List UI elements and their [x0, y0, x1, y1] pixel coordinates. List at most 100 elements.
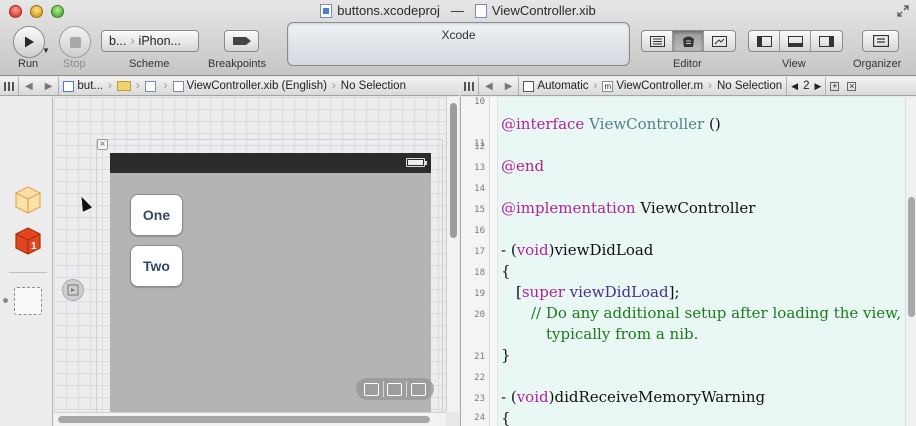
scheme-target: b...: [109, 34, 127, 48]
editor-mode-control[interactable]: [641, 30, 736, 52]
code-comment: // Do any additional setup after loading…: [531, 304, 901, 322]
code-line-open-brace: {: [501, 409, 511, 426]
jump-folder[interactable]: [113, 77, 135, 95]
canvas-horizontal-scrollbar[interactable]: [54, 412, 446, 426]
method-name: viewDidLoad: [569, 283, 669, 301]
run-menu-arrow-icon[interactable]: ▼: [42, 46, 50, 55]
line-number: 13: [474, 163, 485, 173]
scheme-label: Scheme: [129, 58, 170, 70]
add-assistant-editor-button[interactable]: +: [826, 77, 843, 95]
line-number: 22: [474, 373, 485, 383]
connection-strip: [490, 97, 498, 426]
back-arrow-icon[interactable]: ◀: [479, 77, 499, 95]
jump-selection[interactable]: No Selection: [713, 77, 786, 95]
code-text: ];: [668, 283, 680, 301]
toggle-navigator-button[interactable]: [749, 31, 780, 51]
stop-label: Stop: [63, 58, 86, 70]
assistant-editor-icon: [682, 36, 694, 47]
toggle-debug-area-button[interactable]: [780, 31, 811, 51]
version-editor-button[interactable]: [704, 31, 735, 51]
xcodeproj-icon: [320, 3, 333, 18]
line-number: 24: [474, 413, 485, 423]
line-number: 23: [474, 394, 485, 404]
previous-counterpart-icon[interactable]: ◀: [791, 81, 803, 92]
run-button[interactable]: [13, 26, 45, 58]
assistant-mode-label: Automatic: [537, 80, 589, 92]
svg-text:1: 1: [31, 241, 37, 252]
jump-selection-label: No Selection: [340, 80, 406, 92]
version-editor-icon: [712, 35, 727, 47]
code-text: )didReceiveMemoryWarning: [548, 388, 766, 406]
document-file-name: ViewController.xib: [491, 3, 596, 18]
files-owner-icon[interactable]: [14, 185, 42, 215]
jump-file[interactable]: m ViewController.m: [598, 77, 707, 95]
view-object-icon[interactable]: [14, 287, 42, 315]
code-line-end: @end: [501, 157, 544, 175]
code-comment-continuation: typically from a nib.: [546, 325, 699, 343]
canvas-vertical-scrollbar[interactable]: [446, 97, 459, 412]
button-two[interactable]: Two: [130, 245, 183, 287]
related-items-button[interactable]: [0, 77, 18, 95]
ib-document-dock: 1: [0, 97, 53, 426]
play-icon: [25, 36, 34, 48]
xib-file-icon: [172, 80, 184, 92]
editor-vertical-scrollbar[interactable]: [905, 97, 916, 426]
line-number: 12: [474, 142, 485, 152]
fullscreen-icon[interactable]: [896, 4, 910, 18]
auto-layout-bar: [356, 378, 434, 400]
keyword: void: [516, 241, 549, 259]
left-jump-bar: ◀ ▶ but... › › › ViewController.xib (Eng…: [0, 77, 459, 96]
breakpoint-icon: [232, 37, 251, 45]
close-assistant-editor-button[interactable]: ×: [843, 77, 860, 95]
assistant-editor-button[interactable]: [673, 31, 704, 51]
navigator-area-icon: [756, 35, 772, 47]
line-number: 14: [474, 184, 485, 194]
first-responder-icon[interactable]: 1: [14, 226, 42, 256]
pin-icon[interactable]: [387, 382, 403, 396]
code-text: - (: [501, 388, 517, 406]
ib-canvas[interactable]: × One Two: [54, 97, 446, 412]
toggle-utilities-button[interactable]: [811, 31, 842, 51]
code-line-implementation: @implementation ViewController: [501, 199, 755, 217]
assistant-mode-popup[interactable]: Automatic: [519, 77, 592, 95]
breakpoints-button[interactable]: [224, 30, 259, 52]
m-file-icon: m: [602, 80, 614, 92]
jump-group[interactable]: [141, 77, 163, 95]
toolbar: buttons.xcodeproj — ViewController.xib ▼…: [0, 0, 916, 76]
assistant-code-editor[interactable]: 10 11 12 13 14 15 16 17 18 19 20 21 22 2…: [460, 97, 916, 426]
button-one[interactable]: One: [130, 194, 183, 236]
back-arrow-icon[interactable]: ◀: [19, 77, 39, 95]
code-line-viewdidload: - (void)viewDidLoad: [501, 241, 653, 259]
resolve-icon[interactable]: [411, 382, 427, 396]
scheme-popup[interactable]: b... › iPhon...: [101, 30, 199, 52]
line-number: 18: [474, 268, 485, 278]
keyword: void: [516, 388, 549, 406]
jump-file[interactable]: ViewController.xib (English): [169, 77, 331, 95]
related-items-button[interactable]: [460, 77, 478, 95]
code-text: - (: [501, 241, 517, 259]
jump-project[interactable]: but...: [59, 77, 107, 95]
line-number: 17: [474, 247, 485, 257]
align-icon[interactable]: [363, 382, 379, 396]
line-number: 20: [474, 310, 485, 320]
keyword: @end: [501, 157, 545, 175]
standard-editor-button[interactable]: [642, 31, 673, 51]
iphone-view[interactable]: One Two: [110, 153, 431, 412]
view-control[interactable]: [748, 30, 843, 52]
forward-arrow-icon[interactable]: ▶: [499, 77, 519, 95]
keyword: @interface: [501, 115, 585, 133]
document-outline-toggle-icon[interactable]: [62, 279, 84, 301]
stop-button[interactable]: [59, 26, 91, 58]
next-counterpart-icon[interactable]: ▶: [810, 81, 822, 92]
close-scene-icon[interactable]: ×: [97, 139, 108, 150]
keyword: @implementation: [501, 199, 636, 217]
organizer-button[interactable]: [862, 30, 899, 52]
jump-project-label: but...: [77, 80, 103, 92]
activity-viewer: Xcode: [287, 22, 630, 66]
related-items-icon: [464, 81, 474, 91]
jump-selection[interactable]: No Selection: [337, 77, 410, 95]
code-line-open-brace: {: [501, 262, 511, 280]
forward-arrow-icon[interactable]: ▶: [39, 77, 59, 95]
add-icon: +: [830, 80, 840, 91]
counterpart-stepper[interactable]: ◀ 2 ▶: [787, 77, 825, 95]
